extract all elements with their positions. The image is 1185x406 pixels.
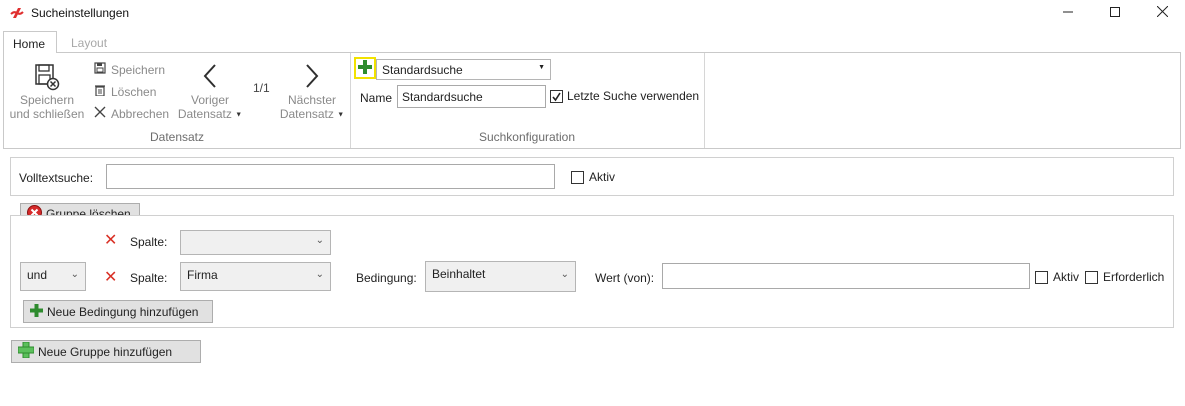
ribbon-tabs: Home Layout <box>0 30 1185 53</box>
save-button[interactable]: Speichern <box>94 62 165 77</box>
delete-label: Löschen <box>111 84 157 99</box>
save-close-label-1: Speichern <box>19 93 75 107</box>
next-label-2: Datensatz <box>279 107 334 121</box>
maximize-icon <box>1110 6 1120 20</box>
row2-value-input[interactable] <box>662 263 1030 289</box>
last-search-label: Letzte Suche verwenden <box>567 89 700 103</box>
row2-required-label: Erforderlich <box>1103 270 1165 284</box>
floppy-icon <box>94 62 106 77</box>
row2-required-checkbox[interactable] <box>1085 270 1098 284</box>
row1-column-select[interactable]: ⌄ <box>180 230 331 255</box>
cancel-label: Abbrechen <box>111 106 170 121</box>
fulltext-panel: Volltextsuche: Aktiv <box>10 157 1174 196</box>
row2-active-row[interactable]: Aktiv <box>1035 270 1079 284</box>
previous-record-button[interactable]: Voriger Datensatz ▼ <box>174 61 246 123</box>
row2-logic-value: und <box>27 268 48 282</box>
row2-column-label: Spalte: <box>130 271 168 285</box>
cancel-x-icon <box>94 106 106 121</box>
row1-column-label: Spalte: <box>130 235 168 249</box>
save-close-icon <box>8 63 86 93</box>
row2-column-select[interactable]: Firma ⌄ <box>180 262 331 291</box>
row2-logic-select[interactable]: und ⌄ <box>20 262 86 291</box>
cancel-button[interactable]: Abbrechen <box>94 106 169 121</box>
fulltext-input[interactable] <box>106 164 555 189</box>
add-group-button[interactable]: Neue Gruppe hinzufügen <box>11 340 201 363</box>
plus-icon <box>30 303 43 320</box>
row2-active-label: Aktiv <box>1053 270 1080 284</box>
minimize-button[interactable] <box>1045 0 1091 26</box>
row2-required-row[interactable]: Erforderlich <box>1085 270 1164 284</box>
plus-icon <box>358 59 372 77</box>
save-close-label-2: und schließen <box>9 107 85 121</box>
row2-value-label: Wert (von): <box>595 271 655 285</box>
next-dropdown-caret-icon: ▼ <box>337 111 345 119</box>
prev-dropdown-caret-icon: ▼ <box>235 111 243 119</box>
chevron-left-icon <box>174 61 246 93</box>
maximize-button[interactable] <box>1092 0 1138 26</box>
add-search-button[interactable] <box>354 57 376 79</box>
trash-icon <box>94 84 106 99</box>
record-counter: 1/1 <box>253 81 270 95</box>
delete-button[interactable]: Löschen <box>94 84 156 99</box>
add-condition-label: Neue Bedingung hinzufügen <box>47 304 199 319</box>
fulltext-active-checkbox[interactable] <box>571 170 584 184</box>
row2-column-value: Firma <box>187 268 218 282</box>
search-config-selected: Standardsuche <box>382 63 463 77</box>
prev-label-2: Datensatz <box>177 107 232 121</box>
chevron-down-icon: ⌄ <box>315 269 324 280</box>
chevron-down-icon: ⌄ <box>315 235 324 246</box>
row2-condition-select[interactable]: Beinhaltet ⌄ <box>425 261 576 292</box>
window-title: Sucheinstellungen <box>31 6 130 20</box>
prev-label-1: Voriger <box>190 93 230 107</box>
remove-condition-2-icon[interactable]: ✕ <box>104 267 117 286</box>
fulltext-active-label: Aktiv <box>589 170 616 184</box>
tab-home[interactable]: Home <box>3 31 57 53</box>
fulltext-active-row[interactable]: Aktiv <box>571 170 615 184</box>
ribbon: Speichern und schließen Speichern Lösche… <box>3 52 1181 149</box>
minimize-icon <box>1063 6 1073 20</box>
name-input[interactable] <box>397 85 546 108</box>
last-search-checkbox-row[interactable]: Letzte Suche verwenden <box>550 89 699 103</box>
title-bar: Sucheinstellungen <box>0 0 1185 26</box>
next-label-1: Nächster <box>287 93 337 107</box>
add-condition-button[interactable]: Neue Bedingung hinzufügen <box>23 300 213 323</box>
app-logo-icon <box>9 5 25 21</box>
row2-condition-value: Beinhaltet <box>432 267 486 281</box>
save-label: Speichern <box>111 62 166 77</box>
group-label-suchkonfiguration: Suchkonfiguration <box>478 130 576 144</box>
tab-layout[interactable]: Layout <box>62 31 116 53</box>
row2-active-checkbox[interactable] <box>1035 270 1048 284</box>
add-group-label: Neue Gruppe hinzufügen <box>38 344 173 359</box>
group-panel: ✕ Spalte: ⌄ und ⌄ ✕ Spalte: Firma ⌄ Bedi… <box>10 215 1174 328</box>
close-icon <box>1156 5 1168 20</box>
row2-condition-label: Bedingung: <box>356 271 417 285</box>
chevron-right-icon <box>276 61 348 93</box>
caret-down-icon: ▼ <box>538 64 545 71</box>
group-label-datensatz: Datensatz <box>149 130 205 144</box>
chevron-down-icon: ⌄ <box>70 269 79 280</box>
remove-condition-1-icon[interactable]: ✕ <box>104 230 117 249</box>
chevron-down-icon: ⌄ <box>560 269 569 280</box>
ribbon-separator-2 <box>704 53 705 148</box>
search-config-select[interactable]: Standardsuche ▼ <box>376 59 551 80</box>
plus-icon <box>17 341 35 361</box>
fulltext-label: Volltextsuche: <box>19 171 94 185</box>
next-record-button[interactable]: Nächster Datensatz ▼ <box>276 61 348 123</box>
close-button[interactable] <box>1139 0 1185 26</box>
last-search-checkbox[interactable] <box>550 89 563 103</box>
name-label: Name <box>360 91 393 105</box>
save-and-close-button[interactable]: Speichern und schließen <box>8 63 86 123</box>
